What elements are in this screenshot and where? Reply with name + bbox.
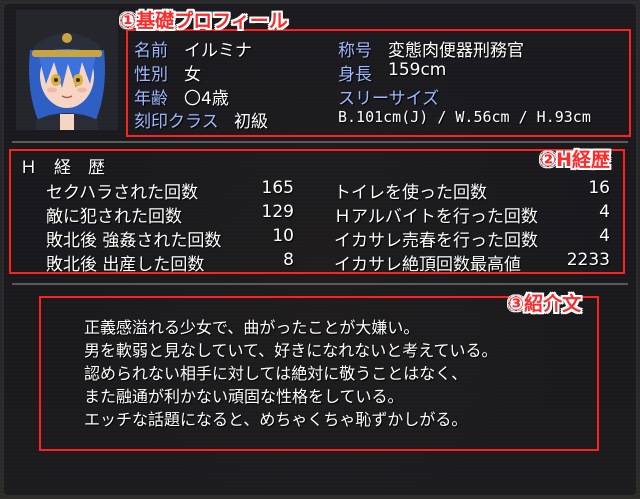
divider-bottom [12, 283, 628, 285]
introduction-annotation: ③紹介文 [508, 293, 582, 315]
h-history-annotation: ②H経歴 [540, 149, 610, 171]
basic-profile-highlight-box [126, 29, 631, 137]
status-screen: 名前 イルミナ 性別 女 年齢 〇4歳 刻印クラス 初級 称号 変態肉便器刑務官… [0, 0, 640, 499]
character-portrait-icon [16, 10, 118, 130]
divider-top [12, 141, 628, 143]
basic-profile-annotation: ①基礎プロフィール [120, 10, 288, 32]
h-history-highlight-box [9, 149, 625, 274]
introduction-highlight-box [39, 296, 599, 451]
